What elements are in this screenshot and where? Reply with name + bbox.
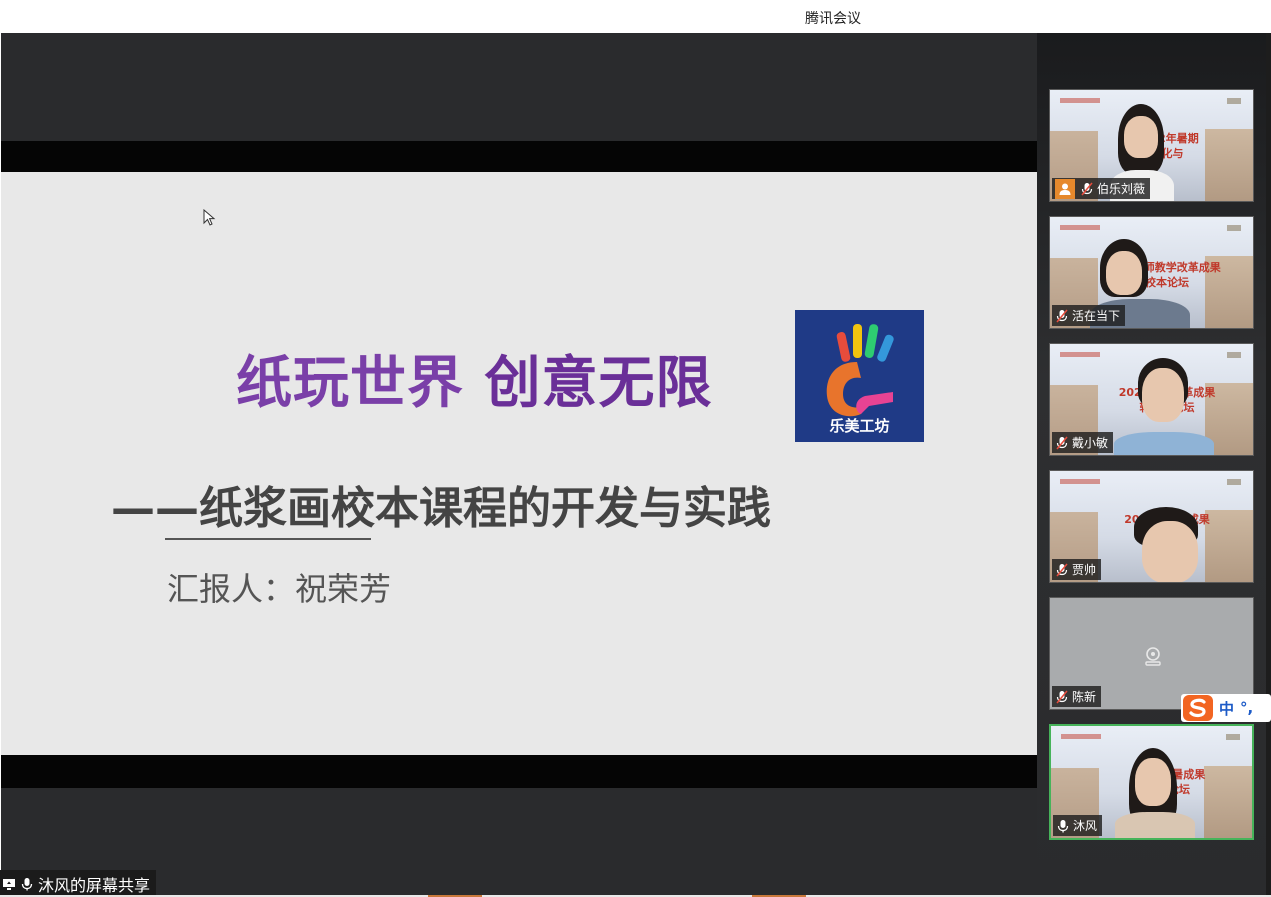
slide-subtitle: ——纸浆画校本课程的开发与实践 (111, 472, 771, 536)
logo-label: 乐美工坊 (795, 415, 924, 436)
participant-name-tag: 陈新 (1052, 686, 1101, 707)
participant-tile[interactable]: 2022师教学改革成果 校本论坛 活在当下 (1049, 216, 1254, 329)
participant-name: 活在当下 (1072, 307, 1120, 324)
ime-punctuation-toggle[interactable]: °, (1240, 699, 1253, 717)
participant-face (1106, 251, 1142, 295)
gallery-scrollbar[interactable] (1266, 33, 1271, 895)
letterbox-bottom (1, 755, 1037, 788)
microphone-icon (1056, 819, 1070, 833)
host-user-icon (1055, 179, 1075, 199)
background-text: 转化与 (1082, 145, 1252, 161)
participant-name-tag: 贾帅 (1052, 559, 1101, 580)
participant-tile-active-speaker[interactable]: 2022年暑成果 转化论坛 沐风 (1049, 724, 1254, 840)
participant-face (1124, 116, 1158, 158)
participant-name: 戴小敏 (1072, 434, 1108, 451)
letterbox-top (1, 141, 1037, 172)
background-banner (1050, 479, 1253, 491)
participant-name-tag: 戴小敏 (1052, 432, 1113, 453)
participant-name-tag: 沐风 (1053, 815, 1102, 836)
participant-name: 沐风 (1073, 817, 1097, 834)
participant-face (1142, 521, 1198, 583)
screen-share-view[interactable]: 纸玩世界 创意无限 乐美工坊 ——纸浆画校本课程的开发与实践 汇报人：祝荣芳 (1, 33, 1037, 895)
slide-title: 纸玩世界 创意无限 (236, 338, 713, 419)
app-title: 腾讯会议 (805, 8, 861, 28)
mic-muted-icon (1055, 690, 1069, 704)
mouse-cursor-icon (203, 209, 217, 227)
background-text: 2022年暑期 (1082, 130, 1252, 146)
mic-muted-icon (1055, 563, 1069, 577)
microphone-icon (20, 877, 34, 891)
window-titlebar: 腾讯会议 (0, 0, 1271, 33)
participant-name-tag: 伯乐刘薇 (1052, 178, 1150, 199)
slide-divider (165, 538, 371, 540)
participant-tile[interactable]: 2022年暑期革成果 转化与论坛 戴小敏 (1049, 343, 1254, 456)
participant-face (1142, 368, 1184, 422)
camera-off-icon (1142, 645, 1164, 667)
participant-name: 伯乐刘薇 (1097, 180, 1145, 197)
participant-face (1135, 758, 1171, 806)
participant-tile[interactable]: 2022年暑期成果 转化坛 贾帅 (1049, 470, 1254, 583)
participant-name: 陈新 (1072, 688, 1096, 705)
workshop-logo: 乐美工坊 (795, 310, 924, 442)
ime-toolbar[interactable]: 中 °, (1181, 694, 1271, 722)
sogou-ime-icon[interactable] (1183, 695, 1213, 721)
slide-title-part1: 纸玩世界 (236, 351, 464, 416)
screen-share-badge[interactable]: 沐风的屏幕共享 (0, 870, 156, 895)
participant-body (1114, 432, 1214, 456)
slide-presenter: 汇报人：祝荣芳 (167, 564, 391, 610)
ime-mode-toggle[interactable]: 中 (1219, 698, 1234, 719)
background-banner (1051, 734, 1252, 746)
presentation-slide: 纸玩世界 创意无限 乐美工坊 ——纸浆画校本课程的开发与实践 汇报人：祝荣芳 (1, 172, 1037, 755)
mic-muted-icon (1080, 182, 1094, 196)
mic-muted-icon (1055, 436, 1069, 450)
participant-name: 贾帅 (1072, 561, 1096, 578)
participant-name-tag: 活在当下 (1052, 305, 1125, 326)
participant-body (1115, 812, 1195, 840)
screen-share-icon (2, 877, 16, 891)
screen-share-label: 沐风的屏幕共享 (38, 872, 150, 896)
participant-tile[interactable]: 2022年暑期 转化与 伯乐刘薇 (1049, 89, 1254, 202)
background-banner (1050, 225, 1253, 237)
slide-title-part2: 创意无限 (485, 351, 713, 416)
mic-muted-icon (1055, 309, 1069, 323)
